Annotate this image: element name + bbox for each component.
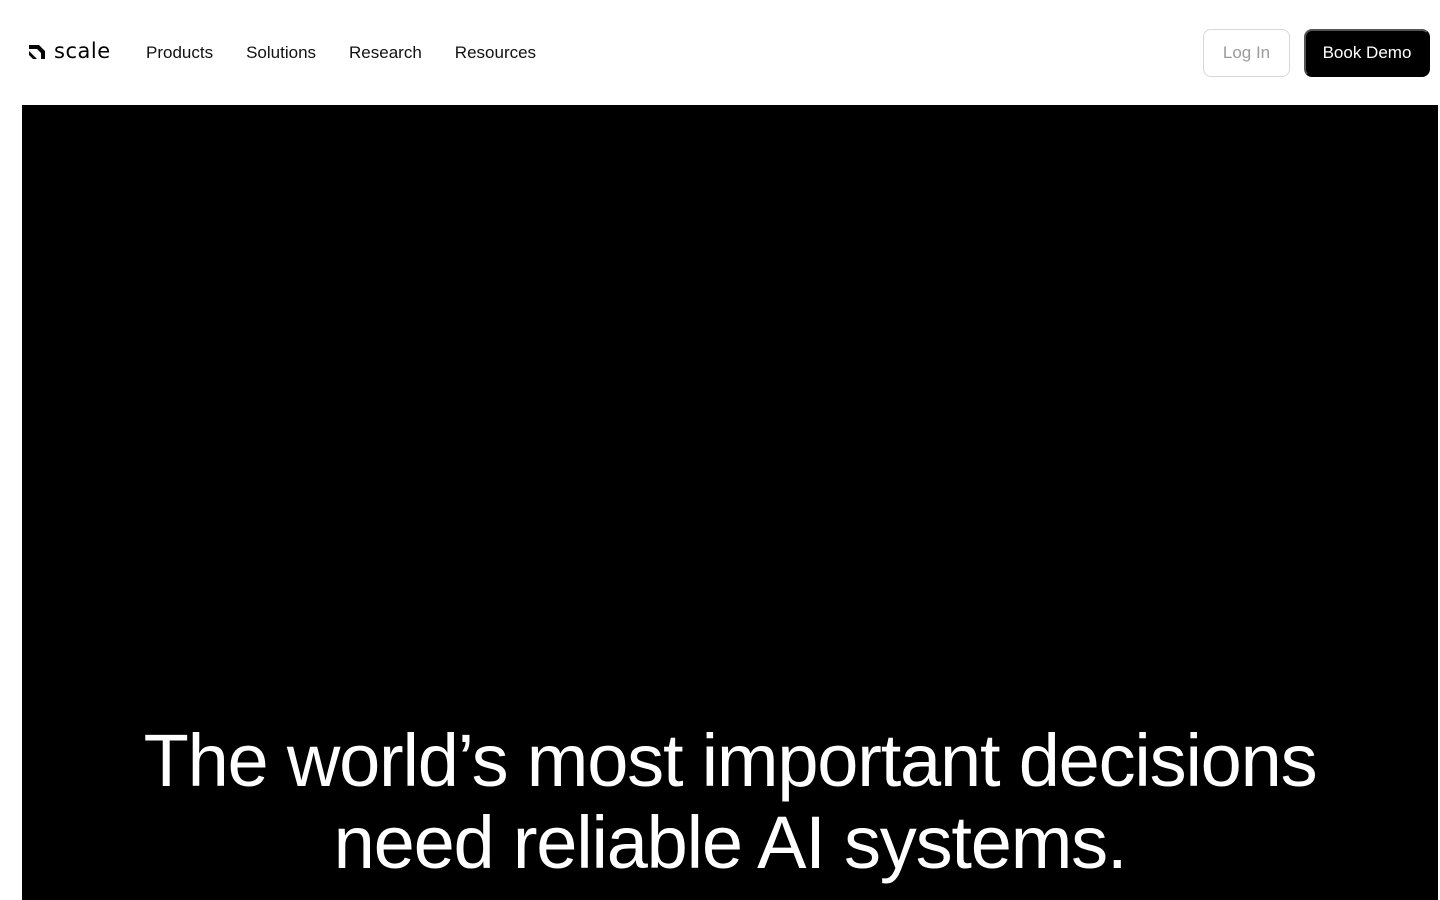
hero-headline-line-1: The world’s most important decisions: [143, 719, 1318, 802]
nav-item-solutions[interactable]: Solutions: [246, 40, 316, 66]
nav-item-resources[interactable]: Resources: [455, 40, 536, 66]
hero-headline-line-2: need reliable AI systems.: [333, 801, 1128, 884]
primary-nav: Products Solutions Research Resources: [146, 40, 536, 66]
brand-wordmark: scale: [54, 38, 111, 63]
hero-section: The world’s most important decisions nee…: [22, 105, 1438, 900]
hero-headline: The world’s most important decisions nee…: [22, 720, 1438, 884]
nav-item-products[interactable]: Products: [146, 40, 213, 66]
auth-actions: Log In Book Demo: [1203, 29, 1430, 77]
brand-logo-link[interactable]: scale: [28, 40, 111, 64]
top-navigation-bar: scale Products Solutions Research Resour…: [0, 0, 1440, 104]
scale-logo-mark-icon: [29, 45, 45, 59]
log-in-button[interactable]: Log In: [1203, 29, 1290, 77]
book-demo-button[interactable]: Book Demo: [1304, 29, 1430, 77]
nav-item-research[interactable]: Research: [349, 40, 422, 66]
